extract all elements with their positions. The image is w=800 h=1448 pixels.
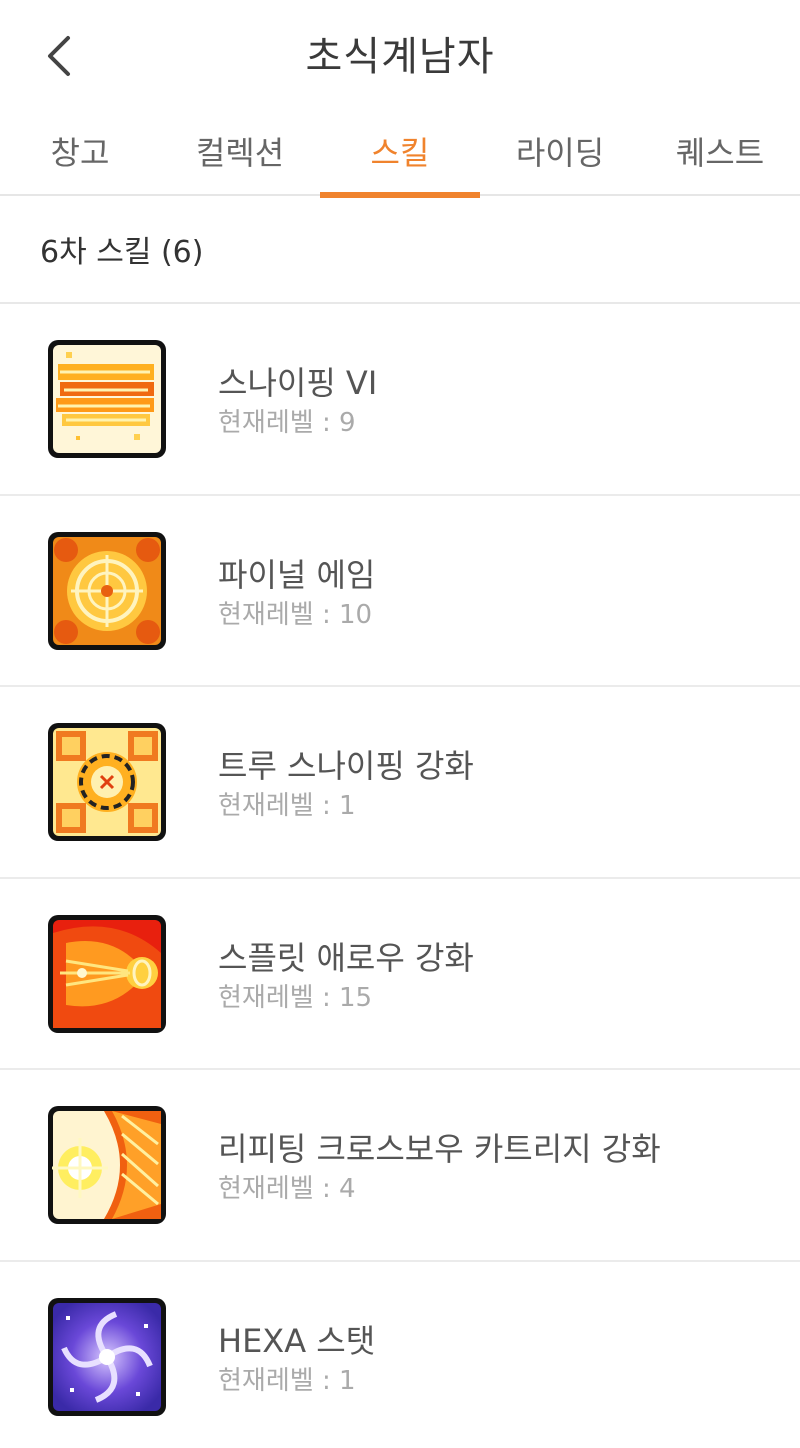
skill-row[interactable]: 스나이핑 VI 현재레벨 : 9 <box>0 304 800 496</box>
tab-label: 창고 <box>50 134 110 172</box>
skill-level: 현재레벨 : 1 <box>218 1365 356 1396</box>
split-arrow-skill-icon <box>46 913 168 1035</box>
tab-label: 스킬 <box>370 134 430 172</box>
section-title: 6차 스킬 (6) <box>40 235 204 270</box>
skill-row[interactable]: 리피팅 크로스보우 카트리지 강화 현재레벨 : 4 <box>0 1070 800 1262</box>
hexa-stat-icon <box>46 1296 168 1418</box>
tab-bar: 창고 컬렉션 스킬 라이딩 퀘스트 <box>0 112 800 198</box>
repeating-crossbow-skill-icon <box>46 1104 168 1226</box>
skill-name: 리피팅 크로스보우 카트리지 강화 <box>218 1130 661 1168</box>
tab-label: 컬렉션 <box>195 134 285 172</box>
tab-quest[interactable]: 퀘스트 <box>640 112 800 196</box>
skill-row[interactable]: 스플릿 애로우 강화 현재레벨 : 15 <box>0 879 800 1070</box>
skill-name: 파이널 에임 <box>218 555 376 594</box>
sniping-skill-icon <box>46 338 168 460</box>
tab-skill[interactable]: 스킬 <box>320 112 480 198</box>
skill-name: HEXA 스탯 <box>218 1321 376 1360</box>
tab-riding[interactable]: 라이딩 <box>480 112 640 196</box>
tab-label: 퀘스트 <box>675 134 765 172</box>
skill-row[interactable]: 트루 스나이핑 강화 현재레벨 : 1 <box>0 687 800 879</box>
final-aim-skill-icon <box>46 530 168 652</box>
tab-label: 라이딩 <box>515 134 605 172</box>
tab-collection[interactable]: 컬렉션 <box>160 112 320 196</box>
skill-name: 스나이핑 VI <box>218 364 378 402</box>
skill-level: 현재레벨 : 10 <box>218 599 373 630</box>
app-header: 초식계남자 <box>0 0 800 112</box>
true-sniping-skill-icon <box>46 721 168 843</box>
tab-storage[interactable]: 창고 <box>0 112 160 196</box>
section-header: 6차 스킬 (6) <box>0 196 800 304</box>
page-title: 초식계남자 <box>305 34 495 80</box>
skill-level: 현재레벨 : 1 <box>218 791 356 821</box>
skill-name: 트루 스나이핑 강화 <box>218 747 474 785</box>
skill-level: 현재레벨 : 15 <box>218 982 373 1013</box>
skill-level: 현재레벨 : 4 <box>218 1174 356 1204</box>
skill-name: 스플릿 애로우 강화 <box>218 938 474 977</box>
skill-row[interactable]: HEXA 스탯 현재레벨 : 1 <box>0 1262 800 1448</box>
skill-level: 현재레벨 : 9 <box>218 408 356 438</box>
skill-row[interactable]: 파이널 에임 현재레벨 : 10 <box>0 496 800 687</box>
skill-list: 스나이핑 VI 현재레벨 : 9 파이널 에임 현재레벨 : 10 트루 스나이… <box>0 304 800 1448</box>
